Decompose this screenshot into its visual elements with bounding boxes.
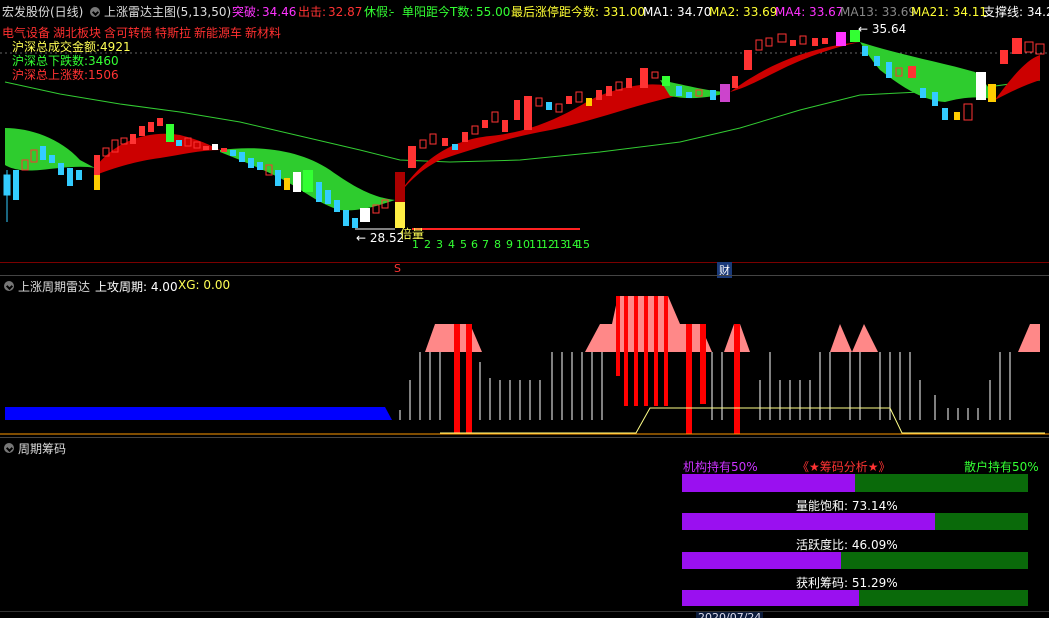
ma2-label: MA2: 33.69 [709,5,778,19]
ma21-label: MA21: 34.11 [911,5,988,19]
count-label: 1 [412,238,419,251]
ma4-label: MA4: 33.67 [775,5,844,19]
green-cloud [5,128,95,171]
red-bars [454,296,740,434]
rest-value: - [390,5,395,19]
footer-divider [0,611,1049,612]
pink-zone [830,324,852,352]
panel-divider [0,275,1049,276]
pink-zone [1018,324,1040,352]
activity-ratio-bar [682,552,1028,569]
xg-label: XG: 0.00 [178,278,231,292]
inst-retail-bar [682,474,1028,492]
exit-label: 出击: [298,5,327,19]
volume-saturation-bar [682,513,1028,530]
count-label: 10 [516,238,530,251]
cycle-radar-chart[interactable] [0,292,1049,438]
indicator-title[interactable]: 上涨雷达主图(5,13,50) [104,5,231,19]
blue-zone [5,407,392,420]
high-price-label: ← 35.64 [858,22,907,36]
count-label: 7 [482,238,489,251]
support-label: 支撑线: 34.2 [983,5,1049,19]
last-limit-label: 最后涨停距今数: [511,5,600,19]
analysis-label: 《★筹码分析★》 [797,460,891,474]
count-label: 9 [506,238,513,251]
count-label: 15 [576,238,590,251]
profit-chips-fill [682,590,860,606]
activity-ratio-fill [682,552,842,569]
pink-zone [425,324,482,352]
panel2-toggle-icon[interactable] [4,281,14,291]
panel-divider [0,437,1049,438]
retail-label: 散户持有50% [964,460,1039,474]
volume-saturation-fill [682,513,936,530]
inst-fill [682,474,855,492]
last-limit-value: 331.00 [603,5,645,19]
ma13-label: MA13: 33.69 [840,5,917,19]
count-label: 6 [471,238,478,251]
volume-saturation-label: 量能饱和: 73.14% [796,499,898,513]
ma1-label: MA1: 34.70 [643,5,712,19]
date-cursor: 2020/07/24 [696,612,764,618]
breakout-label: 突破: [232,5,261,19]
single-sun-label: 单阳距今T数: [402,5,474,19]
count-label: 3 [436,238,443,251]
breakout-value: 34.46 [262,5,297,19]
inst-label: 机构持有50% [683,460,758,474]
count-label: 8 [494,238,501,251]
activity-ratio-label: 活跃度比: 46.09% [796,538,898,552]
signal-marker-s[interactable]: S [394,262,401,275]
panel3-title[interactable]: 周期筹码 [18,440,66,457]
stock-title[interactable]: 宏发股份(日线) [2,5,83,19]
green-cloud [860,42,995,102]
profit-chips-bar [682,590,1028,606]
count-label: 2 [424,238,431,251]
panel2-header: 上涨周期雷达 上攻周期: 4.00 XG: 0.00 [0,278,1049,294]
single-sun-value: 55.00 [476,5,511,19]
panel-divider [0,262,1049,263]
rest-label: 休假: [364,5,393,19]
pink-zone [585,296,712,352]
xg-step-line [440,407,1045,434]
pink-zone [852,324,878,352]
profit-chips-label: 获利筹码: 51.29% [796,576,898,590]
panel3-header: 周期筹码 [0,440,300,457]
count-label: 5 [460,238,467,251]
panel3-toggle-icon[interactable] [4,443,14,453]
low-price-label: ← 28.52 [356,231,405,245]
exit-value: 32.87 [328,5,363,19]
green-cloud [660,80,730,99]
count-label: 4 [448,238,455,251]
toggle-indicator-icon[interactable] [90,7,100,17]
